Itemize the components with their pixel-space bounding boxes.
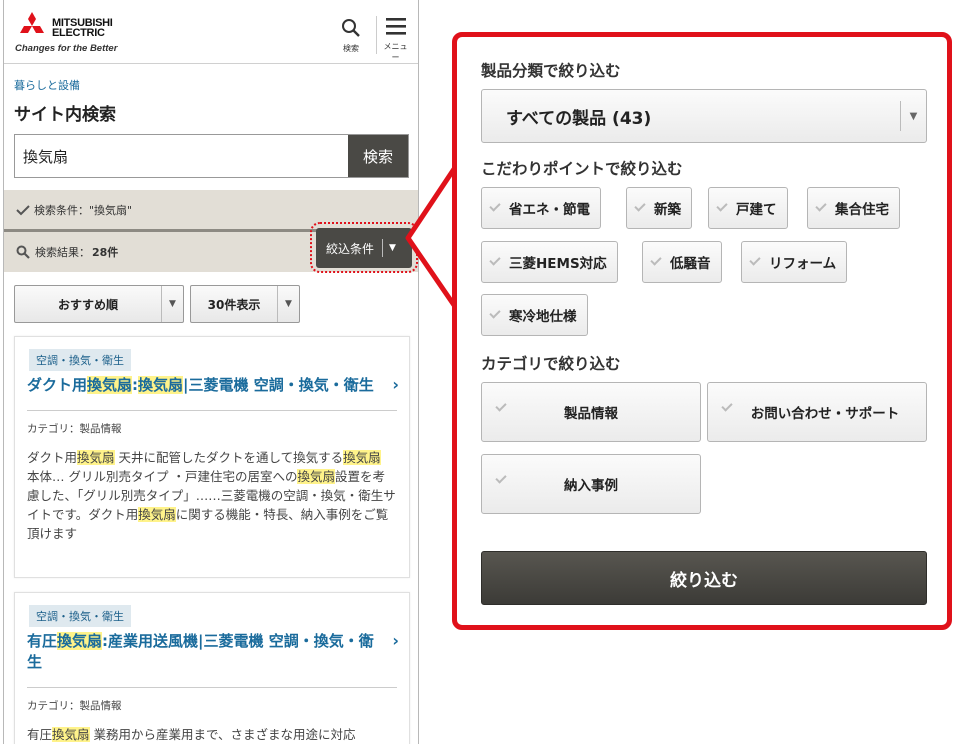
check-icon (716, 200, 728, 212)
product-category-heading: 製品分類で絞り込む (481, 62, 621, 80)
point-chip-energy-saving[interactable]: 省エネ・節電 (481, 187, 601, 229)
point-chip-new-build[interactable]: 新築 (626, 187, 692, 229)
chip-label: リフォーム (769, 256, 837, 272)
category-button-case-studies[interactable]: 納入事例 (481, 454, 701, 514)
chip-label: 三菱HEMS対応 (509, 256, 607, 272)
apply-filter-button[interactable]: 絞り込む (481, 551, 927, 605)
check-icon (634, 200, 646, 212)
point-chip-apartment[interactable]: 集合住宅 (807, 187, 900, 229)
check-icon (489, 200, 501, 212)
chip-label: 新築 (654, 202, 681, 218)
point-chip-hems[interactable]: 三菱HEMS対応 (481, 241, 618, 283)
caret-down-icon: ▼ (900, 101, 926, 131)
chip-label: 寒冷地仕様 (509, 309, 577, 325)
feature-points-heading: こだわりポイントで絞り込む (481, 160, 683, 178)
check-icon (749, 254, 761, 266)
check-icon (721, 400, 733, 412)
category-button-support[interactable]: お問い合わせ・サポート (707, 382, 927, 442)
check-icon (495, 400, 507, 412)
product-category-select[interactable]: すべての製品 (43) ▼ (481, 89, 927, 143)
point-chip-detached-house[interactable]: 戸建て (708, 187, 788, 229)
chip-label: 低騒音 (670, 256, 711, 272)
check-icon (650, 254, 662, 266)
check-icon (495, 472, 507, 484)
point-chip-cold-climate[interactable]: 寒冷地仕様 (481, 294, 588, 336)
category-label: 納入事例 (564, 478, 618, 494)
chip-label: 省エネ・節電 (509, 202, 590, 218)
check-icon (489, 307, 501, 319)
point-chip-low-noise[interactable]: 低騒音 (642, 241, 722, 283)
category-label: お問い合わせ・サポート (750, 406, 900, 422)
filter-panel: 製品分類で絞り込む すべての製品 (43) ▼ こだわりポイントで絞り込む 省エ… (452, 32, 952, 630)
chip-label: 集合住宅 (835, 202, 889, 218)
category-label: 製品情報 (564, 406, 618, 422)
point-chip-reform[interactable]: リフォーム (741, 241, 848, 283)
product-select-value: すべての製品 (43) (506, 108, 652, 129)
chip-label: 戸建て (736, 202, 777, 218)
check-icon (815, 200, 827, 212)
category-heading: カテゴリで絞り込む (481, 355, 621, 373)
category-button-product-info[interactable]: 製品情報 (481, 382, 701, 442)
check-icon (489, 254, 501, 266)
